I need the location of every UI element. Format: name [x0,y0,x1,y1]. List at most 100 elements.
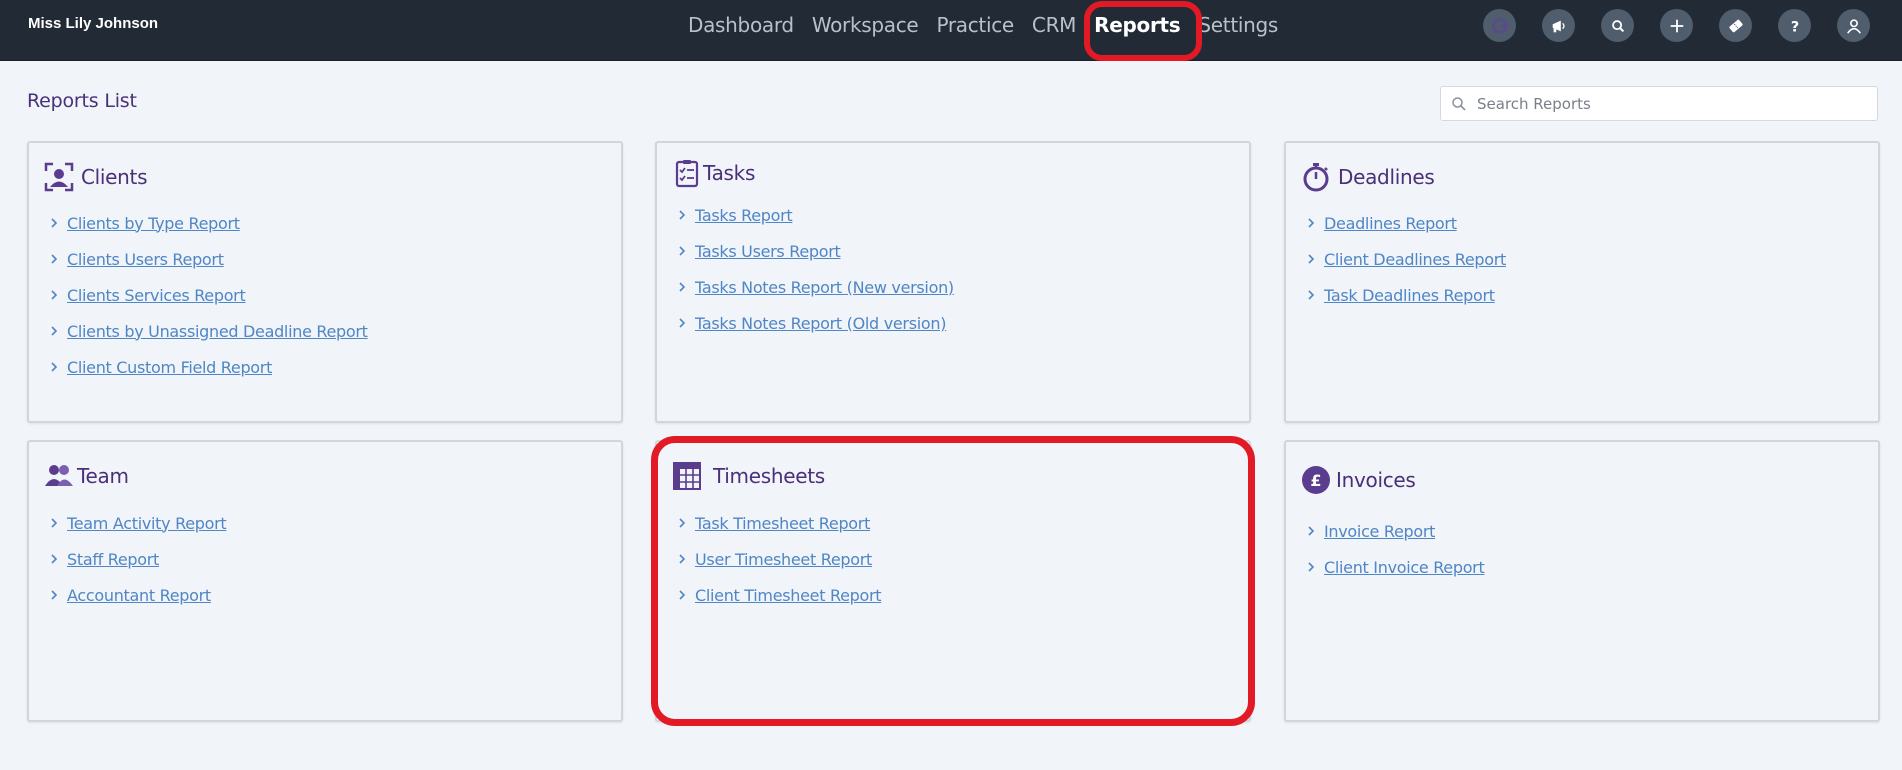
chevron-right-icon [51,326,58,336]
nav-practice[interactable]: Practice [936,13,1014,37]
clients-unassigned-deadline-link[interactable]: Clients by Unassigned Deadline Report [67,322,368,341]
clipboard-checklist-icon [675,160,699,188]
search-icon[interactable] [1601,9,1634,42]
nav-crm[interactable]: CRM [1032,13,1077,37]
list-item: Invoice Report [1300,513,1484,549]
team-card: Team Team Activity Report Staff Report A… [27,440,623,722]
tasks-users-link[interactable]: Tasks Users Report [695,242,841,261]
clients-header: Clients [43,161,148,193]
timesheets-links: Task Timesheet Report User Timesheet Rep… [671,505,882,613]
tasks-notes-old-link[interactable]: Tasks Notes Report (Old version) [695,314,946,333]
clients-links: Clients by Type Report Clients Users Rep… [43,205,368,385]
clients-title: Clients [81,165,148,189]
chevron-right-icon [1308,290,1315,300]
nav-workspace[interactable]: Workspace [812,13,919,37]
clients-card: Clients Clients by Type Report Clients U… [27,141,623,423]
clients-services-link[interactable]: Clients Services Report [67,286,246,305]
chevron-right-icon [1308,218,1315,228]
invoices-links: Invoice Report Client Invoice Report [1300,513,1485,585]
chevron-right-icon [679,590,686,600]
client-profile-icon [44,162,74,192]
help-icon[interactable]: ? [1778,9,1811,42]
clients-users-link[interactable]: Clients Users Report [67,250,224,269]
tasks-notes-new-link[interactable]: Tasks Notes Report (New version) [695,278,954,297]
search-reports-input[interactable] [1477,94,1857,113]
user-name[interactable]: Miss Lily Johnson [28,15,158,32]
ticket-icon[interactable] [1719,9,1752,42]
list-item: Tasks Notes Report (Old version) [671,305,954,341]
staff-report-link[interactable]: Staff Report [67,550,159,569]
deadlines-report-link[interactable]: Deadlines Report [1324,214,1457,233]
team-activity-link[interactable]: Team Activity Report [67,514,227,533]
client-custom-field-link[interactable]: Client Custom Field Report [67,358,272,377]
nav-dashboard[interactable]: Dashboard [688,13,794,37]
team-header: Team [43,460,129,492]
task-deadlines-link[interactable]: Task Deadlines Report [1324,286,1495,305]
list-item: Clients Services Report [43,277,368,313]
list-item: Clients by Unassigned Deadline Report [43,313,368,349]
chevron-right-icon [1308,254,1315,264]
nav-reports[interactable]: Reports [1084,1,1203,61]
list-item: Client Timesheet Report [671,577,882,613]
chevron-right-icon [679,210,686,220]
tasks-report-link[interactable]: Tasks Report [695,206,793,225]
timesheets-header: Timesheets [671,460,825,492]
invoice-report-link[interactable]: Invoice Report [1324,522,1435,541]
invoices-title: Invoices [1336,468,1416,492]
list-item: Clients Users Report [43,241,368,277]
stopwatch-icon [1303,163,1329,192]
megaphone-icon[interactable] [1542,9,1575,42]
search-icon [1452,96,1466,111]
list-item: Tasks Notes Report (New version) [671,269,954,305]
nav-settings[interactable]: Settings [1198,13,1278,37]
profile-icon[interactable] [1837,9,1870,42]
add-icon[interactable] [1660,9,1693,42]
list-item: Deadlines Report [1300,205,1506,241]
g-logo-icon[interactable] [1483,9,1516,42]
chevron-right-icon [51,554,58,564]
chevron-right-icon [679,518,686,528]
timesheet-grid-icon [673,462,701,490]
team-title: Team [77,464,129,488]
top-navbar: Miss Lily Johnson Dashboard Workspace Pr… [0,0,1902,61]
client-deadlines-link[interactable]: Client Deadlines Report [1324,250,1506,269]
page-title: Reports List [27,90,137,112]
list-item: Client Custom Field Report [43,349,368,385]
chevron-right-icon [1308,562,1315,572]
client-timesheet-link[interactable]: Client Timesheet Report [695,586,882,605]
list-item: Client Deadlines Report [1300,241,1506,277]
chevron-right-icon [1308,526,1315,536]
chevron-right-icon [51,254,58,264]
svg-text:£: £ [1310,471,1321,490]
task-timesheet-link[interactable]: Task Timesheet Report [695,514,870,533]
timesheets-title: Timesheets [713,464,825,488]
main-nav: Dashboard Workspace Practice CRM Reports… [688,0,1296,61]
chevron-right-icon [51,590,58,600]
chevron-right-icon [51,518,58,528]
client-invoice-link[interactable]: Client Invoice Report [1324,558,1485,577]
chevron-right-icon [679,246,686,256]
tasks-title: Tasks [703,161,756,185]
list-item: User Timesheet Report [671,541,881,577]
clients-by-type-link[interactable]: Clients by Type Report [67,214,240,233]
tasks-links: Tasks Report Tasks Users Report Tasks No… [671,197,954,341]
list-item: Tasks Users Report [671,233,954,269]
deadlines-title: Deadlines [1338,165,1435,189]
deadlines-header: Deadlines [1300,161,1435,193]
team-users-icon [45,465,73,486]
list-item: Staff Report [43,541,226,577]
accountant-report-link[interactable]: Accountant Report [67,586,211,605]
chevron-right-icon [679,554,686,564]
header-icons: ? [1483,9,1870,42]
invoices-header: £ Invoices [1300,464,1416,496]
tasks-card: Tasks Tasks Report Tasks Users Report Ta… [655,141,1251,423]
deadlines-card: Deadlines Deadlines Report Client Deadli… [1284,141,1880,423]
chevron-right-icon [679,282,686,292]
search-reports-box[interactable] [1440,86,1878,121]
timesheets-card: Timesheets Task Timesheet Report User Ti… [655,440,1251,722]
list-item: Team Activity Report [43,505,227,541]
tasks-header: Tasks [671,157,755,189]
user-timesheet-link[interactable]: User Timesheet Report [695,550,872,569]
chevron-right-icon [51,290,58,300]
list-item: Accountant Report [43,577,226,613]
